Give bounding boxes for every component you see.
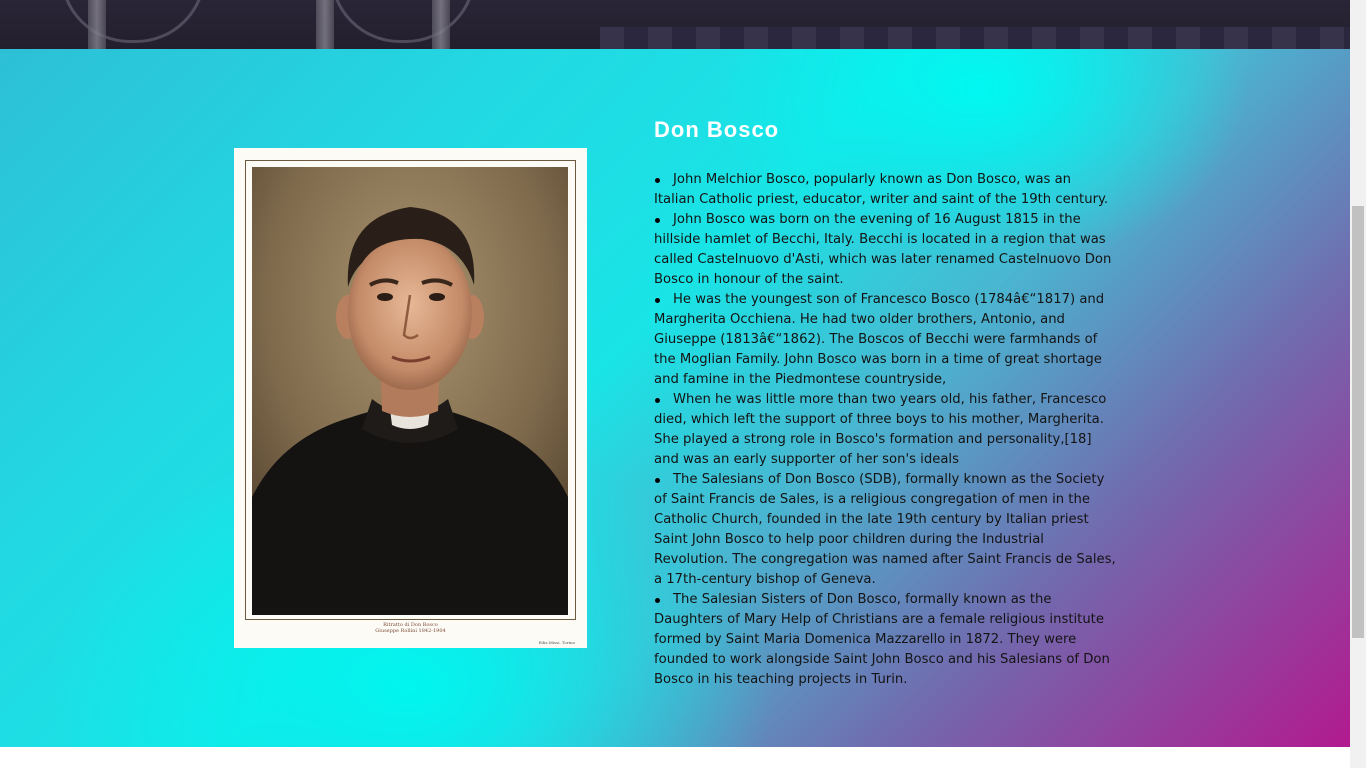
- list-item: He was the youngest son of Francesco Bos…: [654, 290, 1116, 390]
- hero-arch-decoration: [330, 0, 476, 43]
- hero-arch-decoration: [60, 0, 206, 43]
- list-item: The Salesians of Don Bosco (SDB), formal…: [654, 470, 1116, 590]
- portrait-caption-artist: Giuseppe Rollini 1842-1904: [375, 628, 446, 634]
- page: Ritratto di Don Bosco Giuseppe Rollini 1…: [0, 0, 1366, 768]
- list-item: When he was little more than two years o…: [654, 390, 1116, 470]
- list-item: John Melchior Bosco, popularly known as …: [654, 170, 1116, 210]
- hero-pillar: [432, 0, 450, 49]
- list-item: John Bosco was born on the evening of 16…: [654, 210, 1116, 290]
- about-section: Ritratto di Don Bosco Giuseppe Rollini 1…: [0, 49, 1350, 747]
- list-item: The Salesian Sisters of Don Bosco, forma…: [654, 590, 1116, 690]
- hero-image-strip: [0, 0, 1350, 49]
- portrait-caption: Ritratto di Don Bosco Giuseppe Rollini 1…: [234, 622, 587, 634]
- hero-pillar: [88, 0, 106, 49]
- portrait-painting: [252, 167, 568, 615]
- hero-pillar: [316, 0, 334, 49]
- section-title: Don Bosco: [654, 117, 780, 142]
- scrollbar-thumb[interactable]: [1352, 206, 1364, 638]
- fact-list: John Melchior Bosco, popularly known as …: [654, 170, 1116, 690]
- biography-article: Don Bosco John Melchior Bosco, popularly…: [654, 118, 1116, 690]
- portrait-credit: Ediz.Missi. Torino: [538, 640, 575, 645]
- hero-floor-tiles: [600, 27, 1350, 49]
- page-scrollbar[interactable]: [1350, 0, 1366, 768]
- portrait-illustration: [252, 167, 568, 615]
- don-bosco-portrait: Ritratto di Don Bosco Giuseppe Rollini 1…: [234, 148, 587, 648]
